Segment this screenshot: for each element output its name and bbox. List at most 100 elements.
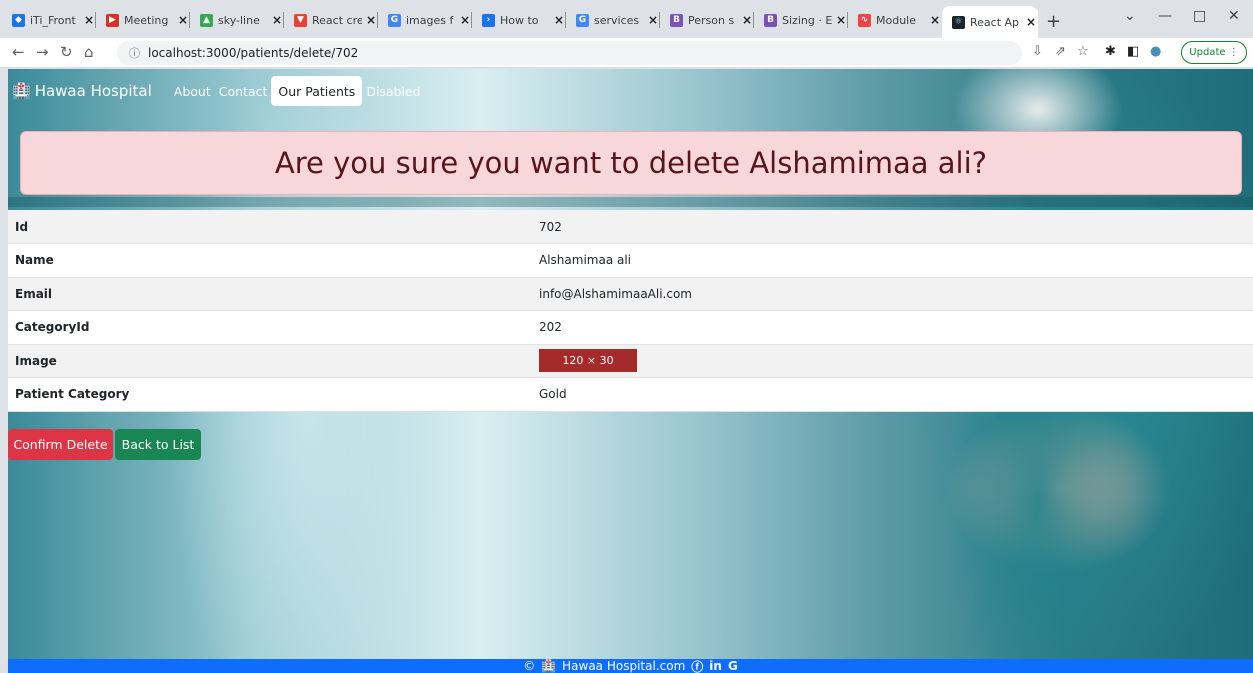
browser-tab-active[interactable]: ⚛ React Ap × <box>942 6 1038 38</box>
patient-image-placeholder: 120 × 30 <box>539 349 637 373</box>
tab-favicon-icon: ▼ <box>294 13 307 27</box>
row-value: info@AlshamimaaAli.com <box>532 277 1253 311</box>
table-row: Id 702 <box>8 210 1253 244</box>
table-row: CategoryId 202 <box>8 310 1253 345</box>
browser-tab[interactable]: ▲ sky-line × <box>190 6 282 34</box>
site-navbar: 🏥 Hawaa Hospital About Contact Our Patie… <box>8 75 425 107</box>
tab-title: Sizing · E <box>782 13 832 27</box>
row-label: Email <box>8 277 532 311</box>
page-viewport: 🏥 Hawaa Hospital About Contact Our Patie… <box>8 69 1253 673</box>
patient-details-table: Id 702 Name Alshamimaa ali Email info@Al… <box>8 210 1253 412</box>
row-value: 202 <box>532 310 1253 345</box>
browser-tab[interactable]: ∿ Module × <box>848 6 940 34</box>
tab-title: Module <box>876 13 916 27</box>
row-value: Alshamimaa ali <box>532 243 1253 278</box>
tab-title: images f <box>406 13 454 27</box>
browser-tab-strip: ◆ iTi_Front × ▶ Meeting × ▲ sky-line × ▼… <box>0 0 1253 38</box>
tab-close-icon[interactable]: × <box>742 13 752 27</box>
table-row: Name Alshamimaa ali <box>8 243 1253 278</box>
tab-close-icon[interactable]: × <box>554 13 564 27</box>
confirmation-message: Are you sure you want to delete Alshamim… <box>274 146 988 180</box>
home-icon[interactable]: ⌂ <box>84 43 94 61</box>
hospital-icon: 🏥 <box>541 659 557 673</box>
install-app-icon[interactable]: ⇩ <box>1032 44 1043 59</box>
tab-close-icon[interactable]: × <box>272 13 282 27</box>
tab-close-icon[interactable]: × <box>836 13 846 27</box>
tab-title: Person s <box>688 13 735 27</box>
tab-close-icon[interactable]: × <box>84 13 94 27</box>
nav-link-our-patients[interactable]: Our Patients <box>271 76 363 106</box>
tab-close-icon[interactable]: × <box>178 13 188 27</box>
row-label: Id <box>8 210 532 244</box>
tab-favicon-icon: B <box>764 13 777 27</box>
browser-toolbar: ← → ↻ ⌂ ⓘ localhost:3000/patients/delete… <box>0 38 1253 68</box>
maximize-icon[interactable]: □ <box>1193 8 1206 24</box>
back-to-list-button[interactable]: Back to List <box>115 429 201 460</box>
browser-tab[interactable]: ◆ iTi_Front × <box>2 6 94 34</box>
tab-favicon-icon: B <box>670 13 683 27</box>
tab-title: React cre <box>312 13 362 27</box>
row-value: Gold <box>532 377 1253 412</box>
tab-title: Meeting <box>124 13 169 27</box>
tab-favicon-icon: G <box>388 13 401 27</box>
browser-tab[interactable]: B Person s × <box>660 6 752 34</box>
minimize-icon[interactable]: — <box>1158 8 1172 24</box>
new-tab-icon[interactable]: + <box>1046 11 1061 32</box>
navbar-brand[interactable]: 🏥 Hawaa Hospital <box>12 82 152 100</box>
tab-favicon-icon: ▶ <box>106 13 119 27</box>
tab-close-icon[interactable]: × <box>1026 15 1036 29</box>
tab-close-icon[interactable]: × <box>648 13 658 27</box>
hospital-icon: 🏥 <box>12 82 31 100</box>
extensions-puzzle-icon[interactable]: ✱ <box>1105 44 1116 59</box>
react-favicon-icon: ⚛ <box>952 15 965 29</box>
brand-name: Hawaa Hospital <box>34 82 152 100</box>
row-value: 702 <box>532 210 1253 244</box>
linkedin-icon[interactable]: in <box>709 659 722 673</box>
url-text: localhost:3000/patients/delete/702 <box>148 46 359 60</box>
nav-link-disabled[interactable]: Disabled <box>362 76 424 106</box>
tab-favicon-icon: G <box>576 13 589 27</box>
confirm-delete-button[interactable]: Confirm Delete <box>8 429 113 460</box>
tab-close-icon[interactable]: × <box>930 13 940 27</box>
tab-favicon-icon: › <box>482 13 495 27</box>
reload-icon[interactable]: ↻ <box>60 43 73 61</box>
tab-search-icon[interactable]: ⌄ <box>1124 8 1136 24</box>
tab-close-icon[interactable]: × <box>366 13 376 27</box>
update-label: Update <box>1189 47 1226 58</box>
browser-tab[interactable]: G images f × <box>378 6 470 34</box>
copyright-symbol: © <box>523 659 536 673</box>
row-value: 120 × 30 <box>532 344 1253 378</box>
tab-title: React Ap <box>970 15 1020 29</box>
site-info-icon[interactable]: ⓘ <box>129 45 140 61</box>
site-footer: © 🏥 Hawaa Hospital.com ⓕ in G <box>8 659 1253 673</box>
window-close-icon[interactable]: ✕ <box>1228 8 1240 24</box>
browser-tab[interactable]: ▶ Meeting × <box>96 6 188 34</box>
table-row: Email info@AlshamimaaAli.com <box>8 277 1253 311</box>
row-label: Patient Category <box>8 377 532 412</box>
nav-link-contact[interactable]: Contact <box>215 76 272 106</box>
row-label: Image <box>8 344 532 378</box>
tab-title: iTi_Front <box>30 13 76 27</box>
browser-tab[interactable]: › How to × <box>472 6 564 34</box>
table-row: Image 120 × 30 <box>8 344 1253 378</box>
browser-update-button[interactable]: Update ⋮ <box>1181 41 1247 64</box>
browser-tab[interactable]: G services × <box>566 6 658 34</box>
google-icon[interactable]: G <box>728 659 738 673</box>
browser-tab[interactable]: ▼ React cre × <box>284 6 376 34</box>
bookmark-star-icon[interactable]: ☆ <box>1077 44 1089 59</box>
tab-favicon-icon: ▲ <box>200 13 213 27</box>
browser-tab[interactable]: B Sizing · E × <box>754 6 846 34</box>
facebook-icon[interactable]: ⓕ <box>691 658 703 673</box>
delete-confirmation-alert: Are you sure you want to delete Alshamim… <box>20 131 1242 195</box>
side-panel-icon[interactable]: ◧ <box>1127 44 1139 59</box>
share-icon[interactable]: ⇗ <box>1055 44 1066 59</box>
address-bar[interactable]: ⓘ localhost:3000/patients/delete/702 <box>117 41 1022 65</box>
profile-avatar-icon[interactable]: ● <box>1150 44 1161 59</box>
footer-site-name: Hawaa Hospital.com <box>562 659 686 673</box>
forward-arrow-icon[interactable]: → <box>36 43 49 61</box>
row-label: Name <box>8 243 532 278</box>
table-row: Patient Category Gold <box>8 377 1253 412</box>
tab-close-icon[interactable]: × <box>460 13 470 27</box>
back-arrow-icon[interactable]: ← <box>12 43 25 61</box>
nav-link-about[interactable]: About <box>170 76 215 106</box>
